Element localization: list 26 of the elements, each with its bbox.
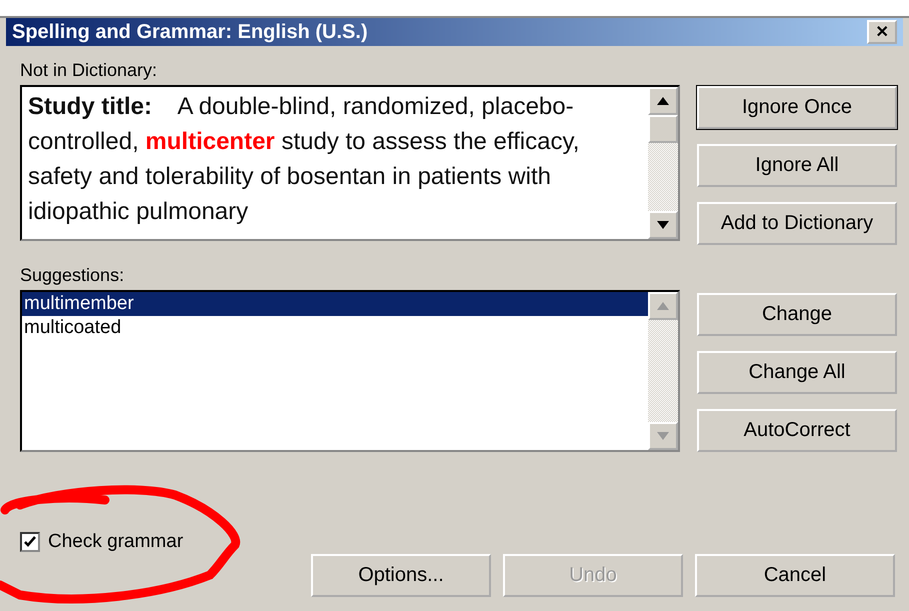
field-label: Suggestions: — [20, 265, 126, 286]
dialog-button[interactable]: Ignore Once — [697, 86, 897, 129]
field-label: Not in Dictionary: — [20, 60, 158, 81]
checkbox[interactable] — [20, 532, 40, 552]
scroll-down-button[interactable] — [648, 211, 678, 239]
scrollbar-thumb[interactable] — [648, 115, 678, 143]
list-item[interactable]: multicoated — [22, 316, 648, 340]
window-title: Spelling and Grammar: English (U.S.) — [12, 20, 368, 44]
check-icon — [23, 535, 37, 549]
up-arrow-icon — [657, 97, 669, 105]
scroll-up-button[interactable] — [648, 87, 678, 115]
dialog-button[interactable]: Change All — [697, 351, 897, 394]
up-arrow-icon — [657, 302, 669, 310]
dialog-button[interactable]: AutoCorrect — [697, 409, 897, 452]
dialog-button[interactable]: Add to Dictionary — [697, 202, 897, 245]
down-arrow-icon — [657, 221, 669, 229]
text-box[interactable]: Study title: A double-blind, randomized, placebo-controlled, multicenter study to assess the efficacy, safety and tolerability of bosentan in patients with idiopathic pulmonary — [20, 85, 680, 241]
dialog-button[interactable]: Change — [697, 293, 897, 336]
checkbox-label: Check grammar — [48, 531, 184, 553]
list-item[interactable]: multimember — [22, 292, 648, 316]
sentence-text: Study title: A double-blind, randomized, placebo-controlled, multicenter study to assess the efficacy, safety and tolerability of bosentan in patients with idiopathic pulmonary — [28, 93, 580, 225]
down-arrow-icon — [657, 432, 669, 440]
dialog-button[interactable]: Cancel — [695, 554, 895, 597]
close-button[interactable]: ✕ — [867, 20, 897, 44]
dialog-button[interactable]: Options... — [311, 554, 491, 597]
dialog-button[interactable]: Ignore All — [697, 144, 897, 187]
